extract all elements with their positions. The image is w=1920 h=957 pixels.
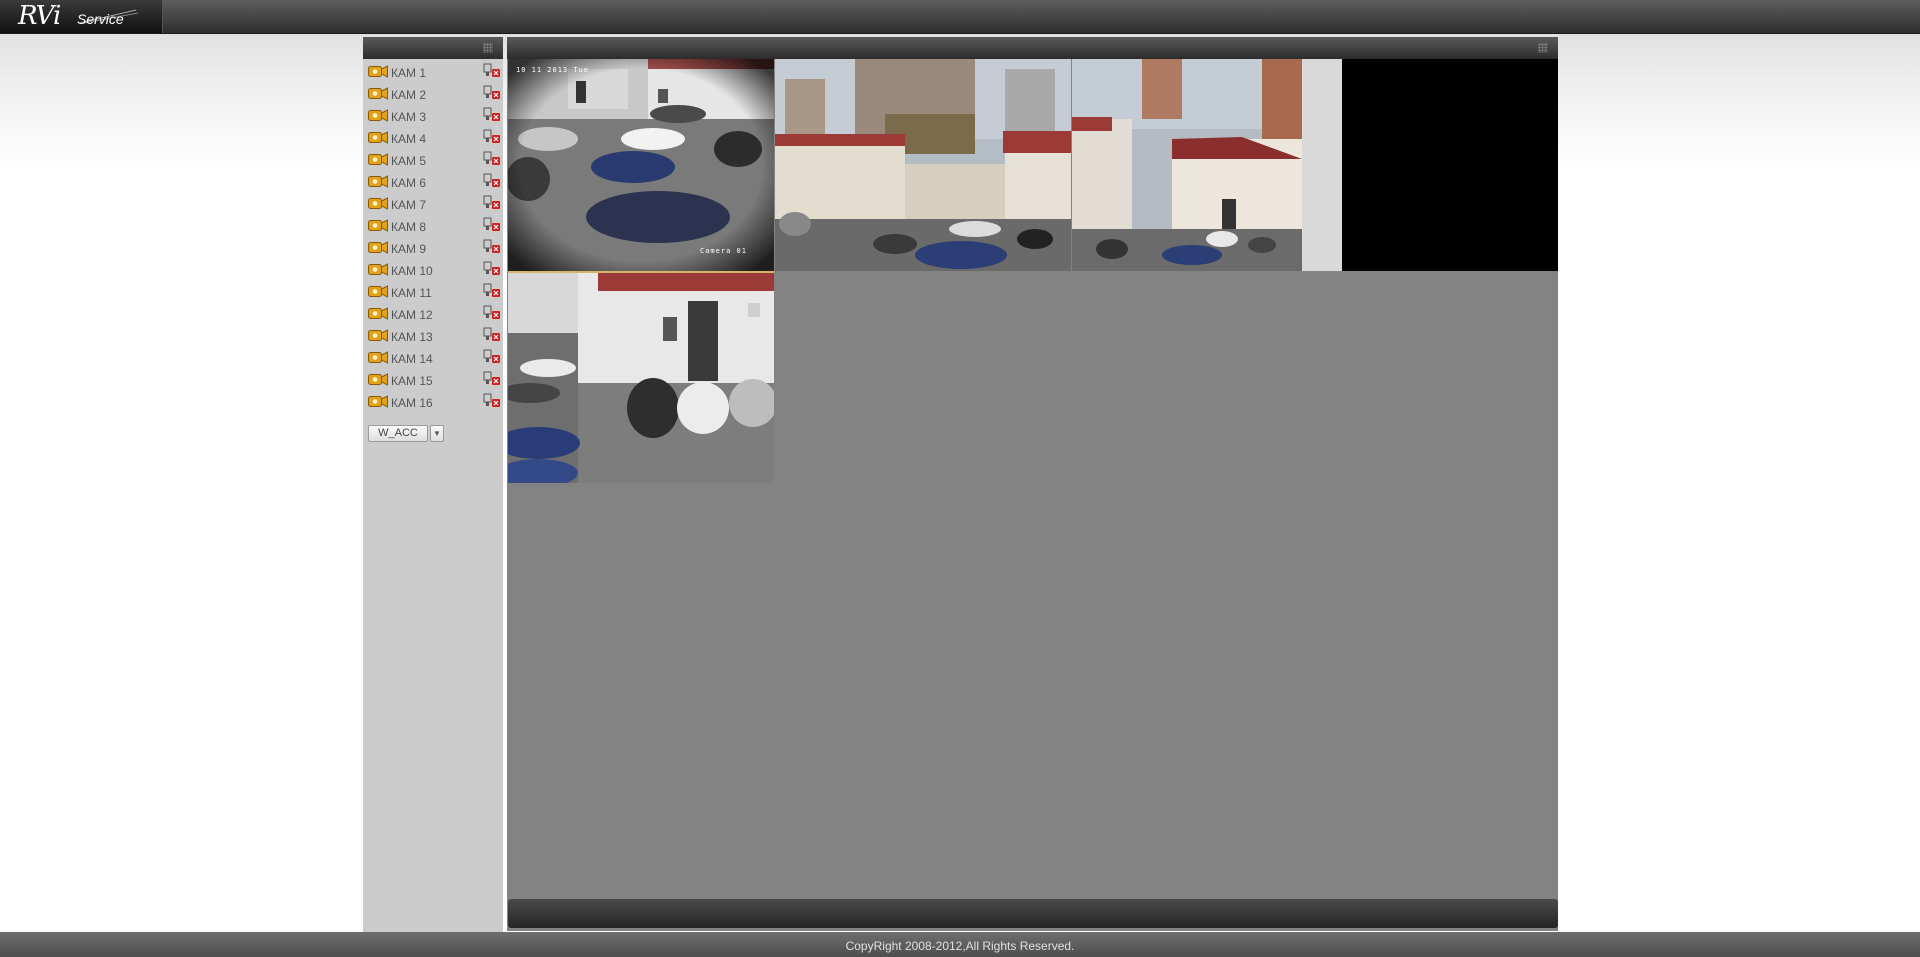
camera-feed-1 (508, 59, 774, 271)
record-icon[interactable] (483, 371, 501, 387)
camera-sidebar: КАМ 1 КАМ 2 КАМ 3 КАМ 4 КАМ 5 КАМ 6 КАМ 7 КАМ 8… (363, 37, 503, 932)
logo-mark: RVi (18, 1, 61, 31)
record-icon[interactable] (483, 107, 501, 123)
record-icon[interactable] (483, 129, 501, 145)
camera-item-6[interactable]: КАМ 6 (363, 172, 503, 194)
camera-item-10[interactable]: КАМ 10 (363, 260, 503, 282)
playback-toolbar (508, 899, 1558, 928)
camera-label[interactable]: КАМ 11 (391, 286, 432, 300)
camera-icon[interactable] (368, 285, 388, 298)
video-panel: 10 11 2013 Tue Camera 01 (507, 37, 1558, 931)
record-icon[interactable] (483, 63, 501, 79)
camera-label[interactable]: КАМ 13 (391, 330, 433, 344)
record-icon[interactable] (483, 239, 501, 255)
video-tile-3[interactable] (1072, 59, 1342, 271)
camera-icon[interactable] (368, 65, 388, 78)
camera-label[interactable]: КАМ 4 (391, 132, 426, 146)
camera-icon[interactable] (368, 175, 388, 188)
record-icon[interactable] (483, 151, 501, 167)
grip-icon[interactable] (483, 43, 493, 53)
camera-label[interactable]: КАМ 7 (391, 198, 426, 212)
grip-icon[interactable] (1538, 43, 1548, 53)
camera-icon[interactable] (368, 197, 388, 210)
camera-feed-4 (508, 273, 774, 483)
chevron-down-icon[interactable]: ▼ (430, 425, 444, 442)
camera-icon[interactable] (368, 241, 388, 254)
camera-label[interactable]: КАМ 2 (391, 88, 426, 102)
camera-list: КАМ 1 КАМ 2 КАМ 3 КАМ 4 КАМ 5 КАМ 6 КАМ 7 КАМ 8… (363, 62, 503, 414)
video-panel-header (507, 37, 1558, 59)
camera-icon[interactable] (368, 395, 388, 408)
record-icon[interactable] (483, 349, 501, 365)
camera-label[interactable]: КАМ 12 (391, 308, 433, 322)
camera-label[interactable]: КАМ 8 (391, 220, 426, 234)
camera-icon[interactable] (368, 153, 388, 166)
record-icon[interactable] (483, 217, 501, 233)
camera-item-8[interactable]: КАМ 8 (363, 216, 503, 238)
camera-icon[interactable] (368, 329, 388, 342)
footer: CopyRight 2008-2012,All Rights Reserved. (0, 932, 1920, 957)
logo-text: Service (77, 11, 124, 27)
logo: RVi Service (0, 0, 163, 33)
camera-item-1[interactable]: КАМ 1 (363, 62, 503, 84)
camera-label[interactable]: КАМ 3 (391, 110, 426, 124)
osd-timestamp: 10 11 2013 Tue (516, 66, 590, 74)
camera-item-13[interactable]: КАМ 13 (363, 326, 503, 348)
camera-item-9[interactable]: КАМ 9 (363, 238, 503, 260)
camera-label[interactable]: КАМ 1 (391, 66, 426, 80)
camera-item-5[interactable]: КАМ 5 (363, 150, 503, 172)
record-icon[interactable] (483, 85, 501, 101)
camera-label[interactable]: КАМ 5 (391, 154, 426, 168)
osd-camera-name: Camera 01 (700, 247, 747, 255)
camera-item-7[interactable]: КАМ 7 (363, 194, 503, 216)
record-icon[interactable] (483, 393, 501, 409)
camera-icon[interactable] (368, 263, 388, 276)
camera-icon[interactable] (368, 109, 388, 122)
camera-item-16[interactable]: КАМ 16 (363, 392, 503, 414)
record-icon[interactable] (483, 305, 501, 321)
stream-type-select[interactable]: W_ACC ▼ (368, 425, 444, 442)
camera-icon[interactable] (368, 87, 388, 100)
camera-item-4[interactable]: КАМ 4 (363, 128, 503, 150)
record-icon[interactable] (483, 195, 501, 211)
camera-item-14[interactable]: КАМ 14 (363, 348, 503, 370)
camera-item-3[interactable]: КАМ 3 (363, 106, 503, 128)
camera-icon[interactable] (368, 351, 388, 364)
camera-icon[interactable] (368, 307, 388, 320)
camera-label[interactable]: КАМ 15 (391, 374, 433, 388)
camera-item-12[interactable]: КАМ 12 (363, 304, 503, 326)
camera-feed-2 (775, 59, 1071, 271)
copyright-text: CopyRight 2008-2012,All Rights Reserved. (845, 939, 1075, 953)
record-icon[interactable] (483, 327, 501, 343)
camera-item-15[interactable]: КАМ 15 (363, 370, 503, 392)
camera-label[interactable]: КАМ 14 (391, 352, 433, 366)
sidebar-header (363, 37, 503, 59)
camera-item-11[interactable]: КАМ 11 (363, 282, 503, 304)
camera-label[interactable]: КАМ 16 (391, 396, 433, 410)
camera-icon[interactable] (368, 131, 388, 144)
video-tile-1[interactable]: 10 11 2013 Tue Camera 01 (508, 59, 774, 273)
empty-video-slot[interactable] (1342, 59, 1558, 271)
video-tile-4[interactable] (508, 273, 774, 483)
video-tile-2[interactable] (775, 59, 1071, 271)
camera-label[interactable]: КАМ 9 (391, 242, 426, 256)
record-icon[interactable] (483, 283, 501, 299)
top-bar: RVi Service (0, 0, 1920, 34)
record-icon[interactable] (483, 173, 501, 189)
camera-icon[interactable] (368, 373, 388, 386)
camera-icon[interactable] (368, 219, 388, 232)
camera-feed-3 (1072, 59, 1342, 271)
record-icon[interactable] (483, 261, 501, 277)
camera-label[interactable]: КАМ 10 (391, 264, 433, 278)
camera-label[interactable]: КАМ 6 (391, 176, 426, 190)
stream-type-value[interactable]: W_ACC (368, 425, 428, 442)
camera-item-2[interactable]: КАМ 2 (363, 84, 503, 106)
